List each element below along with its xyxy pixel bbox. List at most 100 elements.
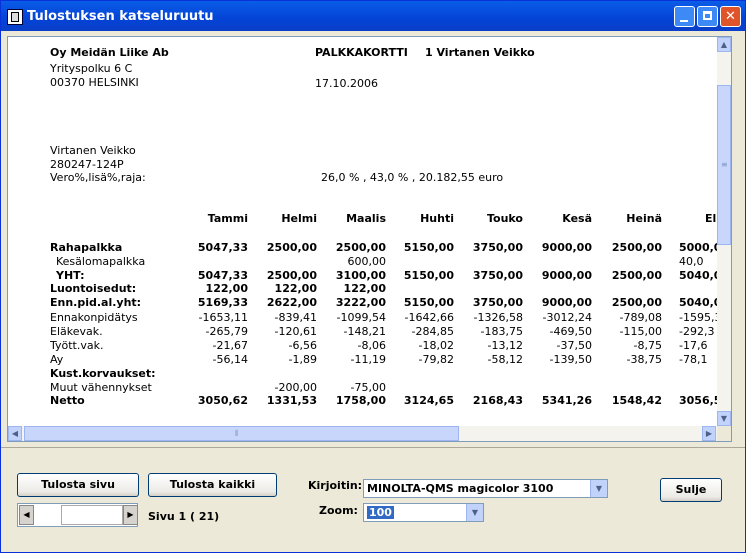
row-label: YHT: (56, 269, 85, 282)
table-cell: -3012,24 (542, 311, 592, 324)
table-cell: 3750,00 (472, 269, 523, 282)
month-header: Tammi (207, 212, 248, 225)
table-cell: -18,02 (418, 339, 454, 352)
row-label: Muut vähennykset (50, 381, 152, 394)
print-all-button[interactable]: Tulosta kaikki (148, 473, 277, 497)
page-scroller-thumb[interactable] (61, 505, 123, 525)
table-cell: -1099,54 (336, 311, 386, 324)
employee-ref: 1 Virtanen Veikko (425, 46, 535, 59)
vertical-scroll-thumb[interactable]: ≡ (717, 85, 731, 245)
title-bar[interactable]: Tulostuksen katseluruutu ✕ (1, 1, 745, 31)
app-icon[interactable] (7, 9, 23, 25)
card-title: PALKKAKORTTI (315, 46, 408, 59)
page-indicator: Sivu 1 ( 21) (148, 510, 220, 523)
company-name: Oy Meidän Liike Ab (50, 46, 169, 59)
month-header: Huhti (420, 212, 454, 225)
row-label: Kust.korvaukset: (50, 367, 156, 380)
table-cell: 2500,00 (266, 269, 317, 282)
printer-select[interactable]: MINOLTA-QMS magicolor 3100 ▼ (363, 479, 608, 498)
table-cell: 2168,43 (472, 394, 523, 407)
printer-label: Kirjoitin: (308, 479, 363, 492)
chevron-down-icon[interactable]: ▼ (590, 480, 607, 497)
table-cell: 3050,62 (197, 394, 248, 407)
table-cell: -265,79 (205, 325, 248, 338)
table-cell: 600,00 (347, 255, 387, 268)
maximize-button[interactable] (697, 6, 718, 27)
zoom-select[interactable]: 100 ▼ (363, 503, 484, 522)
table-cell: 9000,00 (541, 241, 592, 254)
row-label: Luontoisedut: (50, 282, 137, 295)
row-label: Ay (50, 353, 64, 366)
table-cell: 3100,00 (335, 269, 386, 282)
scroll-right-button[interactable]: ▶ (702, 426, 716, 441)
minimize-button[interactable] (674, 6, 695, 27)
horizontal-scrollbar[interactable]: ◀ ⦀ ▶ (8, 426, 717, 441)
company-city: 00370 HELSINKI (50, 76, 139, 89)
page-scroller[interactable]: ◀ ▶ (17, 503, 138, 527)
table-cell: 1548,42 (611, 394, 662, 407)
employee-name: Virtanen Veikko (50, 144, 136, 157)
scroll-down-button[interactable]: ▼ (717, 411, 731, 426)
table-cell: 2500,00 (335, 241, 386, 254)
table-cell: -115,00 (619, 325, 662, 338)
table-cell: -37,50 (556, 339, 592, 352)
table-cell: 1758,00 (335, 394, 386, 407)
page-next-button[interactable]: ▶ (123, 505, 138, 525)
month-header: Touko (486, 212, 523, 225)
row-label: Rahapalkka (50, 241, 123, 254)
window-title: Tulostuksen katseluruutu (27, 9, 214, 24)
table-cell: -58,12 (487, 353, 523, 366)
table-cell: -38,75 (626, 353, 662, 366)
row-label: Enn.pid.al.yht: (50, 296, 142, 309)
table-cell: -21,67 (212, 339, 248, 352)
table-cell: -79,82 (418, 353, 454, 366)
table-cell: -1,89 (288, 353, 317, 366)
table-cell: 3750,00 (472, 241, 523, 254)
chevron-down-icon[interactable]: ▼ (466, 504, 483, 521)
table-cell: -789,08 (619, 311, 662, 324)
table-cell: -148,21 (343, 325, 386, 338)
print-page-button[interactable]: Tulosta sivu (17, 473, 139, 497)
maximize-icon (703, 11, 712, 20)
row-label: Eläkevak. (50, 325, 103, 338)
table-cell: 3222,00 (335, 296, 386, 309)
table-cell: 122,00 (343, 282, 386, 295)
table-cell: 9000,00 (541, 296, 592, 309)
scroll-left-button[interactable]: ◀ (8, 426, 22, 441)
row-label: Ennakonpidätys (50, 311, 138, 324)
table-cell: -120,61 (274, 325, 317, 338)
page-prev-button[interactable]: ◀ (19, 505, 34, 525)
table-cell: -839,41 (274, 311, 317, 324)
month-header: Maalis (346, 212, 386, 225)
table-cell: 5047,33 (197, 241, 248, 254)
vertical-scrollbar[interactable]: ▲ ≡ ▼ (717, 37, 731, 426)
employee-id: 280247-124P (50, 158, 124, 171)
month-header: Kesä (562, 212, 592, 225)
table-cell: -6,56 (288, 339, 317, 352)
scroll-up-button[interactable]: ▲ (717, 37, 731, 52)
table-cell: 2500,00 (611, 269, 662, 282)
preview-area: Oy Meidän Liike Ab Yrityspolku 6 C 00370… (7, 36, 732, 442)
tax-label: Vero%,lisä%,raja: (50, 171, 146, 184)
table-cell: 122,00 (205, 282, 248, 295)
table-cell: -200,00 (274, 381, 317, 394)
horizontal-scroll-thumb[interactable]: ⦀ (24, 426, 459, 441)
document-date: 17.10.2006 (315, 77, 378, 90)
table-cell: 5047,33 (197, 269, 248, 282)
table-cell: 5150,00 (403, 269, 454, 282)
table-cell: 3750,00 (472, 296, 523, 309)
row-label: Tyött.vak. (50, 339, 104, 352)
table-cell: 5169,33 (197, 296, 248, 309)
print-preview-window: Tulostuksen katseluruutu ✕ Oy Meidän Lii… (0, 0, 746, 553)
zoom-label: Zoom: (319, 504, 358, 517)
grip-icon: ⦀ (235, 429, 239, 438)
close-button[interactable]: Sulje (660, 478, 722, 502)
close-window-button[interactable]: ✕ (720, 6, 741, 27)
table-cell: 5341,26 (541, 394, 592, 407)
table-cell: -469,50 (549, 325, 592, 338)
table-cell: -8,06 (357, 339, 386, 352)
table-cell: 5150,00 (403, 241, 454, 254)
tax-info: 26,0 % , 43,0 % , 20.182,55 euro (321, 171, 504, 184)
table-cell: 2500,00 (611, 296, 662, 309)
row-label: Kesälomapalkka (56, 255, 146, 268)
